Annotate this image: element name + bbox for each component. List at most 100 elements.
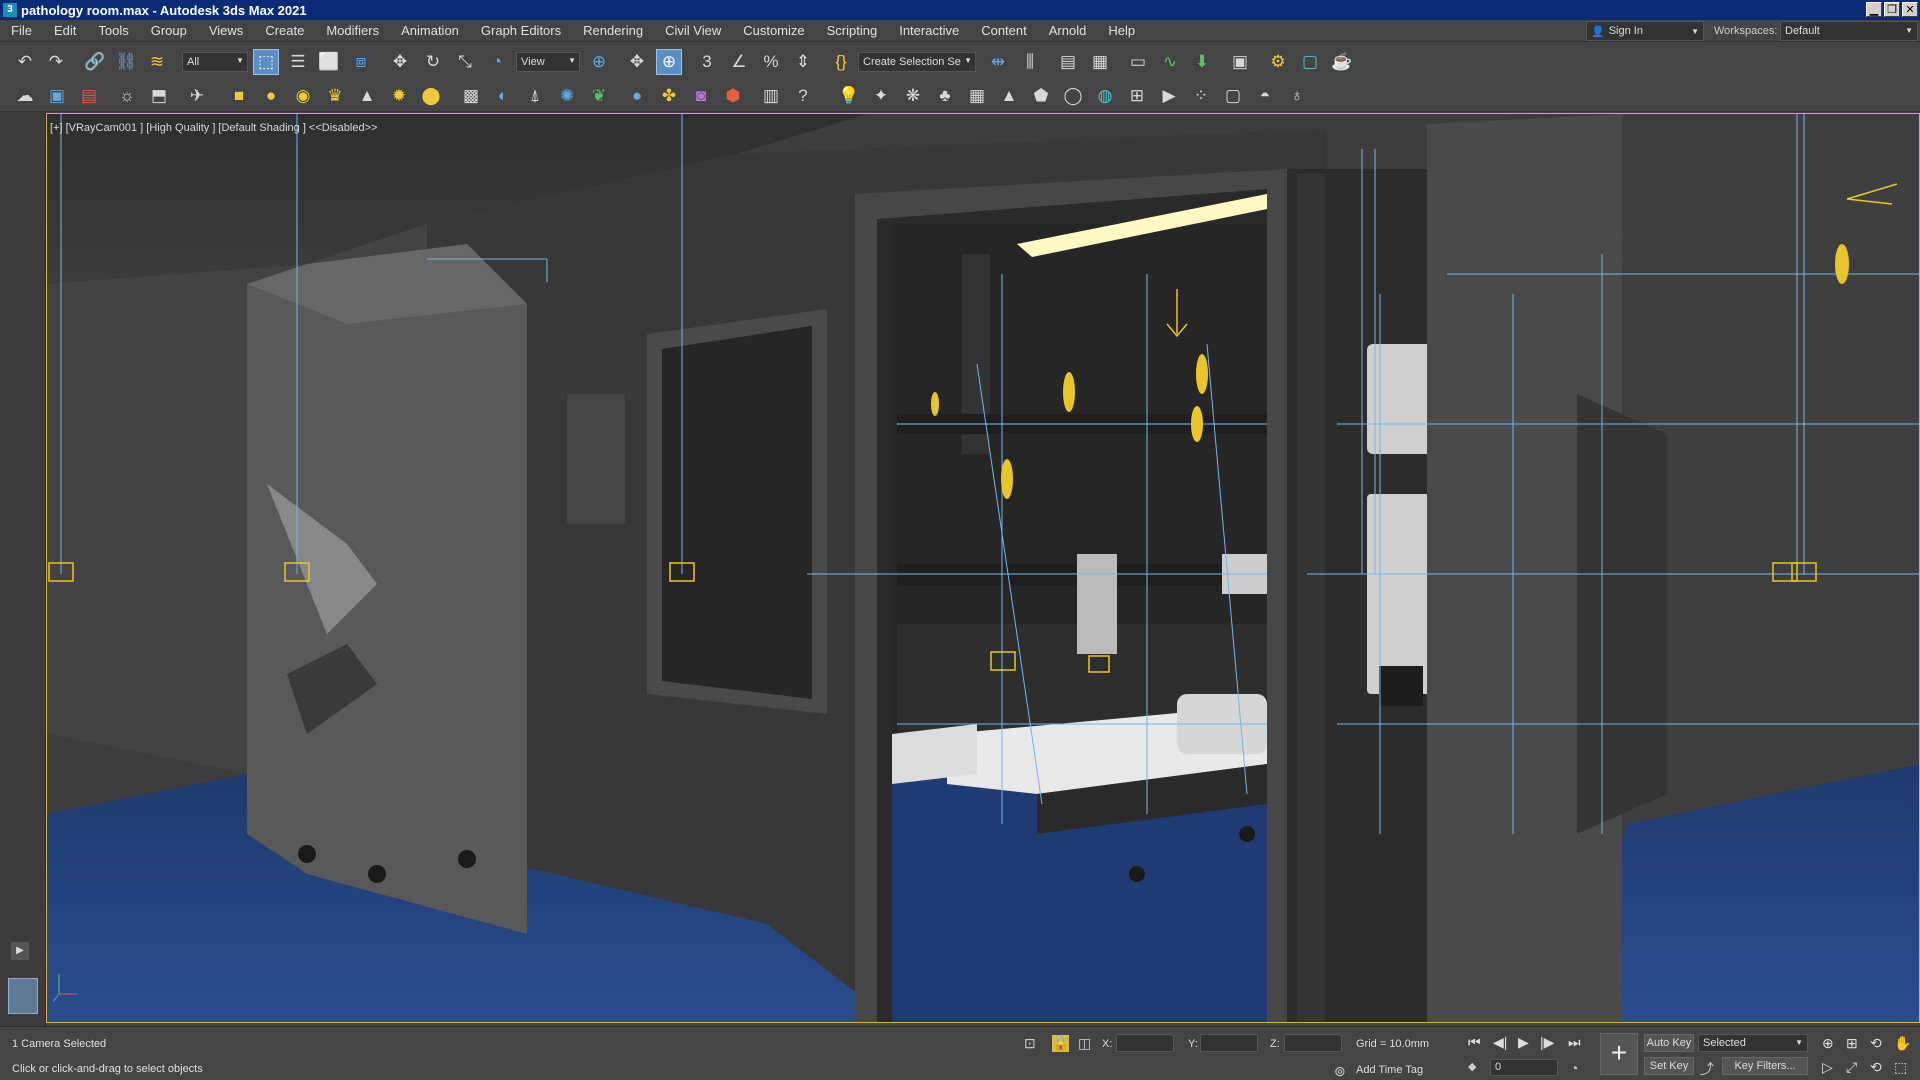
y-coordinate-input[interactable] — [1200, 1034, 1258, 1052]
vray-metaball-icon[interactable]: ● — [624, 83, 650, 109]
vray-ambient-icon[interactable]: ▲ — [354, 83, 380, 109]
vray-file-icon[interactable]: ▥ — [758, 83, 784, 109]
arnold-render-view-icon[interactable]: ◍ — [1092, 83, 1118, 109]
menu-interactive[interactable]: Interactive — [888, 20, 970, 42]
named-selection-dropdown[interactable]: Create Selection Se ▼ — [858, 52, 976, 72]
arnold-foliage-icon[interactable]: ♣ — [932, 83, 958, 109]
key-filters-button[interactable]: Key Filters... — [1722, 1057, 1808, 1075]
vray-sphere-icon[interactable]: ◉ — [290, 83, 316, 109]
arnold-cone-icon[interactable]: ▲ — [996, 83, 1022, 109]
menu-create[interactable]: Create — [254, 20, 315, 42]
menu-group[interactable]: Group — [140, 20, 198, 42]
link-icon[interactable]: 🔗 — [82, 49, 108, 75]
placement-icon[interactable]: ◔ — [484, 49, 510, 75]
key-mode-button[interactable]: + — [1600, 1033, 1638, 1075]
arnold-bottle-icon[interactable]: ⬟ — [1028, 83, 1054, 109]
mirror-icon[interactable]: ⇹ — [985, 49, 1011, 75]
selection-filter-dropdown[interactable]: All ▼ — [182, 52, 248, 72]
redo-icon[interactable]: ↷ — [43, 49, 69, 75]
spinner-snap-icon[interactable]: ⇕ — [790, 49, 816, 75]
unlink-icon[interactable]: ⛓ — [113, 49, 139, 75]
zoom-all-icon[interactable]: ⊞ — [1846, 1035, 1858, 1052]
minimize-button[interactable]: ▁ — [1866, 2, 1882, 17]
angle-snap-icon[interactable]: ∠ — [726, 49, 752, 75]
z-coordinate-input[interactable] — [1284, 1034, 1342, 1052]
vray-frame-buffer-icon[interactable]: ☁ — [12, 83, 38, 109]
arnold-scene-icon[interactable]: ⊞ — [1124, 83, 1150, 109]
vray-light-lister-icon[interactable]: ☼ — [114, 83, 140, 109]
auto-key-button[interactable]: Auto Key — [1644, 1034, 1694, 1052]
play-icon[interactable]: ▶ — [11, 942, 29, 960]
orbit-icon[interactable]: ⟲ — [1870, 1035, 1882, 1052]
vray-material-icon[interactable]: ⬒ — [146, 83, 172, 109]
arnold-sky-icon[interactable]: ❋ — [900, 83, 926, 109]
add-time-tag-button[interactable]: Add Time Tag — [1356, 1064, 1423, 1076]
menu-rendering[interactable]: Rendering — [572, 20, 654, 42]
maximize-viewport-icon[interactable]: ⬚ — [1894, 1059, 1907, 1076]
vray-dome-icon[interactable]: ● — [258, 83, 284, 109]
walk-through-icon[interactable]: ⤢ — [1846, 1059, 1857, 1076]
arnold-render-icon[interactable]: ▶ — [1156, 83, 1182, 109]
layer-explorer-icon[interactable]: ▤ — [1055, 49, 1081, 75]
selection-lock-icon[interactable]: 🔒 — [1052, 1035, 1070, 1052]
menu-file[interactable]: File — [0, 20, 43, 42]
window-crossing-icon[interactable]: ⧈ — [348, 49, 374, 75]
vray-toon-icon[interactable]: ⬢ — [720, 83, 746, 109]
arnold-light-filter-icon[interactable]: ♁ — [1284, 83, 1310, 109]
move-icon[interactable]: ✥ — [387, 49, 413, 75]
current-frame-field[interactable]: 0 — [1490, 1059, 1558, 1076]
vray-plane-object-icon[interactable]: ◐ — [490, 83, 516, 109]
bind-space-warp-icon[interactable]: ≋ — [144, 49, 170, 75]
frame-spinner-icon[interactable]: ◆ — [1468, 1060, 1476, 1073]
vray-render-icon[interactable]: ▣ — [44, 83, 70, 109]
vray-volume-icon[interactable]: ◙ — [688, 83, 714, 109]
curve-editor-icon[interactable]: ∿ — [1157, 49, 1183, 75]
render-production-icon[interactable]: ☕ — [1329, 49, 1355, 75]
arnold-skydome-icon[interactable]: ✦ — [868, 83, 894, 109]
arnold-ring-icon[interactable]: ◯ — [1060, 83, 1086, 109]
pan-icon[interactable]: ✋ — [1894, 1035, 1911, 1052]
vray-sky-icon[interactable]: ⬤ — [418, 83, 444, 109]
menu-animation[interactable]: Animation — [390, 20, 470, 42]
align-icon[interactable]: ⫼ — [1017, 49, 1043, 75]
percent-snap-icon[interactable]: % — [758, 49, 784, 75]
go-to-end-icon[interactable]: ⏭ — [1568, 1034, 1581, 1051]
field-of-view-icon[interactable]: ▷ — [1822, 1059, 1833, 1076]
help-icon[interactable]: ? — [790, 83, 816, 109]
menu-civil-view[interactable]: Civil View — [654, 20, 732, 42]
select-manipulate-icon[interactable]: ✥ — [624, 49, 650, 75]
menu-arnold[interactable]: Arnold — [1038, 20, 1098, 42]
toggle-ribbon-icon[interactable]: ▭ — [1125, 49, 1151, 75]
zoom-icon[interactable]: ⊕ — [1822, 1035, 1834, 1052]
menu-tools[interactable]: Tools — [87, 20, 139, 42]
go-to-start-icon[interactable]: ⏮ — [1468, 1034, 1481, 1051]
edit-named-selection-icon[interactable]: {} — [828, 49, 854, 75]
menu-views[interactable]: Views — [198, 20, 254, 42]
add-time-tag-icon[interactable]: ⊚ — [1334, 1063, 1346, 1080]
vray-particles-icon[interactable]: ✤ — [656, 83, 682, 109]
vray-clipper-icon[interactable]: ✺ — [554, 83, 580, 109]
arnold-map-icon[interactable]: ▦ — [964, 83, 990, 109]
vray-scatter-icon[interactable]: ❦ — [586, 83, 612, 109]
key-filter-selection-dropdown[interactable]: Selected ▼ — [1698, 1034, 1808, 1052]
vray-interactive-icon[interactable]: ▤ — [76, 83, 102, 109]
arnold-camera-icon[interactable]: ◓ — [1252, 83, 1278, 109]
vray-ies-icon[interactable]: ♛ — [322, 83, 348, 109]
vray-plane-icon[interactable]: ■ — [226, 83, 252, 109]
vray-sun-icon[interactable]: ✹ — [386, 83, 412, 109]
menu-modifiers[interactable]: Modifiers — [315, 20, 390, 42]
material-editor-icon[interactable]: ▣ — [1227, 49, 1253, 75]
restore-button[interactable]: ❐ — [1884, 2, 1900, 17]
vray-proxy-icon[interactable]: ▩ — [458, 83, 484, 109]
viewport-layout-thumbnail[interactable] — [8, 978, 38, 1014]
close-button[interactable]: ✕ — [1902, 2, 1918, 17]
snaps-toggle-icon[interactable]: 3 — [694, 49, 720, 75]
time-configuration-icon[interactable]: ◔ — [1570, 1060, 1578, 1076]
menu-customize[interactable]: Customize — [732, 20, 815, 42]
select-object-icon[interactable]: ⬚ — [253, 49, 279, 75]
menu-content[interactable]: Content — [970, 20, 1038, 42]
rectangular-selection-icon[interactable]: ⬜ — [316, 49, 342, 75]
play-animation-icon[interactable]: ▶ — [1518, 1034, 1529, 1051]
rendered-frame-window-icon[interactable]: ▢ — [1297, 49, 1323, 75]
menu-help[interactable]: Help — [1097, 20, 1146, 42]
